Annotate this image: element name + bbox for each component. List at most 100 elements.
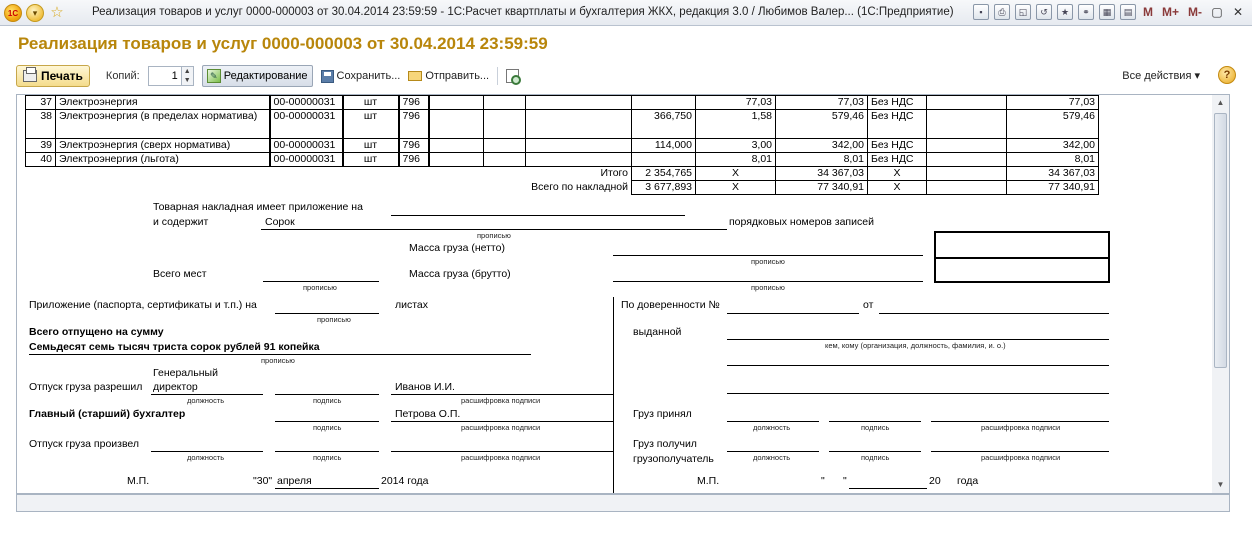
power-of-attorney-label: По доверенности № <box>621 299 720 311</box>
main-menu-dropdown-icon[interactable]: ▾ <box>26 4 44 22</box>
goods-table: 37 Электроэнергия 00-00000031 шт 796 77,… <box>25 95 1099 195</box>
window-title-bar: 1С ▾ ☆ Реализация товаров и услуг 0000-0… <box>0 0 1252 26</box>
send-button[interactable]: Отправить... <box>408 65 489 87</box>
item-sum: 77,03 <box>775 95 868 110</box>
minimize-icon[interactable]: ▢ <box>1209 4 1225 20</box>
spin-down-icon[interactable]: ▼ <box>182 76 193 85</box>
item-sum: 8,01 <box>775 152 868 167</box>
help-icon[interactable]: ? <box>1218 66 1236 84</box>
sheets-label: листах <box>395 299 429 311</box>
scroll-down-icon[interactable]: ▼ <box>1212 477 1229 493</box>
item-okei: 796 <box>397 95 429 110</box>
underline <box>931 421 1109 422</box>
history-icon[interactable]: ↺ <box>1035 4 1052 20</box>
spin-up-icon[interactable]: ▲ <box>182 67 193 76</box>
contains-label: и содержит <box>153 216 209 228</box>
item-code: 00-00000031 <box>268 95 343 110</box>
quote-open: " <box>821 475 825 487</box>
floppy-icon <box>320 69 334 83</box>
spreadsheet-icon[interactable]: ▦ <box>1098 4 1115 20</box>
table-row[interactable]: 38 Электроэнергия (в пределах нормативa)… <box>25 109 1099 139</box>
item-qty: 114,000 <box>631 138 696 153</box>
issued-label: выданной <box>633 326 682 338</box>
caption-decoding: расшифровка подписи <box>461 396 541 405</box>
table-row[interactable]: 40 Электроэнергия (льгота) 00-00000031 ш… <box>25 152 1099 167</box>
empty-cell <box>926 152 1007 167</box>
item-vat: Без НДС <box>867 109 927 139</box>
copies-stepper[interactable]: 1 ▲ ▼ <box>147 66 194 86</box>
vsego-total: 77 340,91 <box>1006 180 1099 195</box>
caption-position: должность <box>187 396 225 405</box>
itogo-sum: 34 367,03 <box>775 166 868 181</box>
print-button-label: Печать <box>41 69 83 83</box>
send-label: Отправить... <box>425 70 490 82</box>
caption-signature: подпись <box>861 423 890 432</box>
table-row[interactable]: 37 Электроэнергия 00-00000031 шт 796 77,… <box>25 95 1099 110</box>
empty-cell <box>427 109 484 139</box>
scroll-up-icon[interactable]: ▲ <box>1212 95 1229 111</box>
table-row[interactable]: 39 Электроэнергия (сверх норматива) 00-0… <box>25 138 1099 153</box>
caption-position: должность <box>187 453 225 462</box>
document-spreadsheet[interactable]: 37 Электроэнергия 00-00000031 шт 796 77,… <box>16 94 1230 494</box>
underline <box>931 451 1109 452</box>
item-okei: 796 <box>397 109 429 139</box>
empty-cell <box>427 138 484 153</box>
caption-signature: подпись <box>313 453 342 462</box>
stamp-label-right: М.П. <box>697 475 720 487</box>
copies-input[interactable]: 1 <box>149 67 181 85</box>
cargo-accepted-label: Груз принял <box>633 408 692 420</box>
caption-propisyu: прописью <box>317 315 351 324</box>
item-sum: 579,46 <box>775 109 868 139</box>
save-icon[interactable]: ▪ <box>972 4 989 20</box>
itogo-row: Итого 2 354,765 X 34 367,03 X 34 367,03 <box>26 166 1099 181</box>
editing-toggle-button[interactable]: ✎ Редактирование <box>201 65 313 87</box>
vsego-x: X <box>695 180 776 195</box>
preview-icon[interactable]: ◱ <box>1014 4 1031 20</box>
year-suffix: года <box>957 475 979 487</box>
cargo-received-label: Груз получил <box>633 438 697 450</box>
underline <box>275 488 379 489</box>
vsego-sum: 77 340,91 <box>775 180 868 195</box>
memory-m-plus-button[interactable]: M+ <box>1160 5 1181 19</box>
close-icon[interactable]: ✕ <box>1230 4 1246 20</box>
page-title: Реализация товаров и услуг 0000-000003 о… <box>18 34 548 53</box>
caption-decoding: расшифровка подписи <box>981 453 1061 462</box>
copies-spin[interactable]: ▲ ▼ <box>180 67 193 85</box>
item-code: 00-00000031 <box>268 138 343 153</box>
printer-icon <box>23 67 37 82</box>
horizontal-scrollbar[interactable] <box>16 494 1230 512</box>
scroll-thumb[interactable] <box>1214 113 1227 368</box>
empty-cell <box>525 95 632 110</box>
print-button[interactable]: Печать <box>16 65 90 87</box>
save-label: Сохранить... <box>336 70 401 82</box>
memory-m-button[interactable]: M <box>1141 5 1155 19</box>
item-unit: шт <box>341 109 399 139</box>
app-logo-icon[interactable]: 1С <box>4 4 22 22</box>
chief-accountant-label: Главный (старший) бухгалтер <box>29 408 186 420</box>
favorites-add-icon[interactable]: ★ <box>1056 4 1073 20</box>
row-number: 37 <box>25 95 56 110</box>
item-unit: шт <box>341 138 399 153</box>
memory-m-minus-button[interactable]: M- <box>1186 5 1204 19</box>
calendar-icon[interactable]: ▤ <box>1119 4 1136 20</box>
print-preview-button[interactable] <box>506 65 522 87</box>
underline <box>879 313 1109 314</box>
item-vat: Без НДС <box>867 138 927 153</box>
link-icon[interactable]: ⚭ <box>1077 4 1094 20</box>
item-okei: 796 <box>397 138 429 153</box>
favorite-star-icon[interactable]: ☆ <box>48 4 66 22</box>
itogo-x: X <box>695 166 776 181</box>
item-total: 8,01 <box>1006 152 1099 167</box>
item-vat: Без НДС <box>867 152 927 167</box>
save-button[interactable]: Сохранить... <box>320 65 401 87</box>
item-okei: 796 <box>397 152 429 167</box>
all-actions-menu[interactable]: Все действия ▾ <box>1122 69 1200 82</box>
item-sum: 342,00 <box>775 138 868 153</box>
vertical-divider <box>613 297 614 493</box>
preview-magnifier-icon <box>506 69 522 85</box>
item-qty: 366,750 <box>631 109 696 139</box>
vertical-scrollbar[interactable]: ▲ ▼ <box>1212 94 1230 494</box>
item-total: 579,46 <box>1006 109 1099 139</box>
mass-gross-label: Масса груза (брутто) <box>409 268 511 280</box>
print-icon[interactable]: ⎙ <box>993 4 1010 20</box>
